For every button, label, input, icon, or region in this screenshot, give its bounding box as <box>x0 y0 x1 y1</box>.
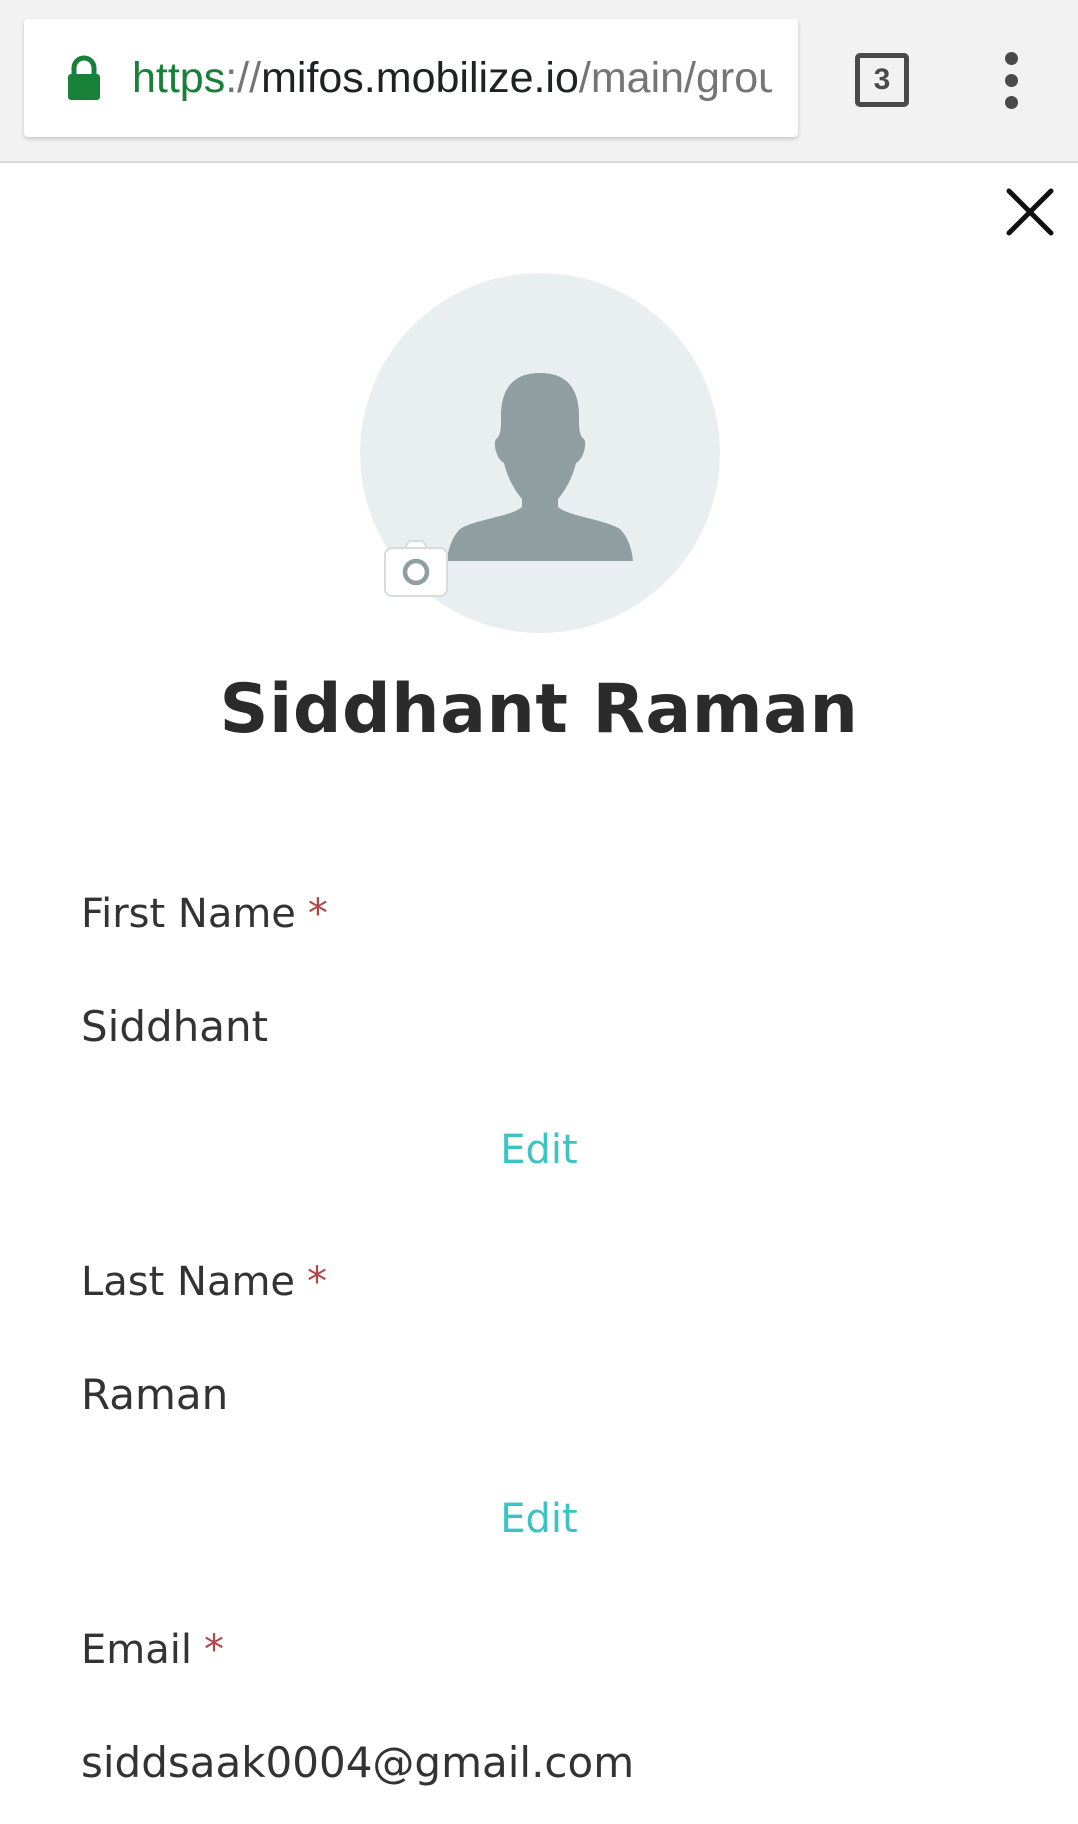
menu-dot <box>1004 74 1018 87</box>
edit-first-name-link[interactable]: Edit <box>0 1127 1078 1173</box>
first-name-label: First Name * <box>81 891 328 937</box>
last-name-label: Last Name * <box>81 1259 327 1305</box>
url-host: mifos.mobilize.io <box>261 54 579 102</box>
url-separator: :// <box>225 54 262 102</box>
url-scheme: https <box>132 54 226 102</box>
menu-dot <box>1004 96 1018 109</box>
profile-name: Siddhant Raman <box>219 670 859 749</box>
last-name-label-text: Last Name <box>81 1259 296 1305</box>
menu-dot <box>1004 52 1018 65</box>
last-name-value: Raman <box>81 1370 229 1419</box>
browser-toolbar: https://mifos.mobilize.io/main/grou 3 <box>0 0 1078 163</box>
edit-last-name-link[interactable]: Edit <box>0 1496 1078 1542</box>
tab-switcher-button[interactable]: 3 <box>855 53 909 107</box>
lock-icon <box>68 55 100 100</box>
url-path: /main/grou <box>578 54 772 102</box>
email-label-text: Email <box>81 1627 192 1673</box>
required-mark: * <box>203 1627 224 1673</box>
close-icon[interactable] <box>1000 182 1060 242</box>
address-bar[interactable]: https://mifos.mobilize.io/main/grou <box>24 19 798 137</box>
more-vert-icon[interactable] <box>995 52 1027 109</box>
first-name-label-text: First Name <box>81 891 296 937</box>
camera-icon[interactable] <box>383 538 449 598</box>
email-value: siddsaak0004@gmail.com <box>81 1738 635 1787</box>
required-mark: * <box>307 1259 328 1305</box>
required-mark: * <box>307 891 328 937</box>
first-name-value: Siddhant <box>81 1002 269 1051</box>
email-label: Email * <box>81 1627 224 1673</box>
url-text[interactable]: https://mifos.mobilize.io/main/grou <box>132 19 772 137</box>
